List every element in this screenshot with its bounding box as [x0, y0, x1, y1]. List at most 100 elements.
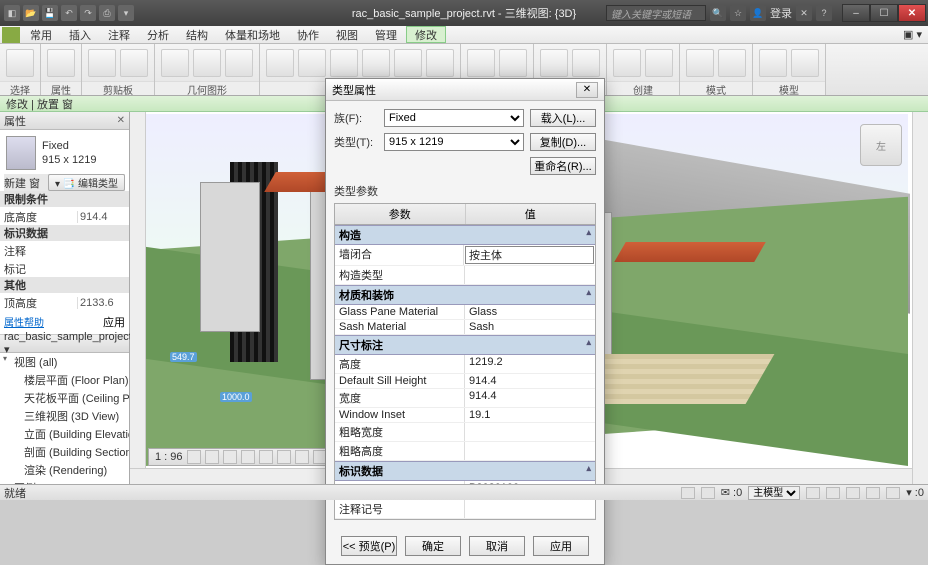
type-select[interactable]: 915 x 1219: [384, 133, 524, 151]
user-icon[interactable]: 👤: [750, 5, 766, 21]
row-construction-type[interactable]: 构造类型: [335, 266, 595, 285]
sun-path-icon[interactable]: [223, 450, 237, 464]
tree-item[interactable]: 剖面 (Building Section): [0, 443, 129, 461]
ribbon-button[interactable]: [330, 49, 358, 77]
tree-item[interactable]: 视图 (all): [0, 353, 129, 371]
ribbon-help-icon[interactable]: ▣ ▾: [897, 28, 928, 41]
ribbon-button[interactable]: [161, 49, 189, 77]
crop-region-icon[interactable]: [295, 450, 309, 464]
tab-协作[interactable]: 协作: [289, 26, 328, 43]
row-wall-closure[interactable]: 墙闭合按主体: [335, 245, 595, 266]
row-keynote[interactable]: 注释记号: [335, 500, 595, 519]
duplicate-button[interactable]: 复制(D)...: [530, 133, 596, 151]
ribbon-button[interactable]: [47, 49, 75, 77]
ribbon-button[interactable]: [6, 49, 34, 77]
ribbon-button[interactable]: [467, 49, 495, 77]
row-width[interactable]: 宽度914.4: [335, 389, 595, 408]
minimize-button[interactable]: ‒: [842, 4, 870, 22]
properties-help-link[interactable]: 属性帮助: [4, 311, 44, 330]
tree-item[interactable]: 三维视图 (3D View): [0, 407, 129, 425]
properties-apply-button[interactable]: 应用: [103, 317, 125, 329]
tab-插入[interactable]: 插入: [61, 26, 100, 43]
undo-icon[interactable]: ↶: [61, 5, 77, 21]
properties-close-icon[interactable]: ✕: [117, 115, 125, 126]
ribbon-button[interactable]: [193, 49, 221, 77]
status-icon-b[interactable]: [701, 487, 715, 499]
ribbon-button[interactable]: [394, 49, 422, 77]
row-rough-width[interactable]: 粗略宽度: [335, 423, 595, 442]
tab-体量和场地[interactable]: 体量和场地: [217, 26, 289, 43]
tab-修改[interactable]: 修改: [406, 26, 446, 43]
tab-视图[interactable]: 视图: [328, 26, 367, 43]
ribbon-button[interactable]: [613, 49, 641, 77]
ribbon-button[interactable]: [499, 49, 527, 77]
ribbon-button[interactable]: [225, 49, 253, 77]
ribbon-button[interactable]: [718, 49, 746, 77]
status-icon-c[interactable]: [826, 487, 840, 499]
tree-item[interactable]: 天花板平面 (Ceiling Plan): [0, 389, 129, 407]
tab-注释[interactable]: 注释: [100, 26, 139, 43]
shadows-icon[interactable]: [241, 450, 255, 464]
row-glass-material[interactable]: Glass Pane MaterialGlass: [335, 305, 595, 320]
ribbon-button[interactable]: [362, 49, 390, 77]
cat-materials[interactable]: 材质和装饰▴: [335, 285, 595, 305]
edit-type-button[interactable]: ▾ 📑 编辑类型: [48, 174, 125, 191]
load-button[interactable]: 载入(L)...: [530, 109, 596, 127]
ok-button[interactable]: 确定: [405, 536, 461, 556]
selection-filter-icon[interactable]: [806, 487, 820, 499]
app-menu-icon[interactable]: ◧: [4, 5, 20, 21]
tree-item[interactable]: 楼层平面 (Floor Plan): [0, 371, 129, 389]
prop-mark[interactable]: 标记: [4, 261, 125, 277]
exchange-icon[interactable]: ✕: [796, 5, 812, 21]
status-icon-d[interactable]: [846, 487, 860, 499]
preview-button[interactable]: << 预览(P): [341, 536, 397, 556]
ribbon-button[interactable]: [120, 49, 148, 77]
type-selector[interactable]: 新建 窗 ▾ 📑 编辑类型: [4, 174, 125, 191]
cat-dimensions[interactable]: 尺寸标注▴: [335, 335, 595, 355]
viewcube[interactable]: 左: [860, 124, 902, 166]
temp-dim-a[interactable]: 549.7: [170, 352, 197, 362]
project-browser[interactable]: 视图 (all)楼层平面 (Floor Plan)天花板平面 (Ceiling …: [0, 353, 129, 484]
cancel-button[interactable]: 取消: [469, 536, 525, 556]
search-icon[interactable]: 🔍: [710, 5, 726, 21]
temp-dim-b[interactable]: 1000.0: [220, 392, 252, 402]
open-icon[interactable]: 📂: [23, 5, 39, 21]
status-icon-f[interactable]: [886, 487, 900, 499]
ribbon-button[interactable]: [540, 49, 568, 77]
crop-view-icon[interactable]: [277, 450, 291, 464]
app-button[interactable]: [2, 27, 20, 43]
detail-level-icon[interactable]: [187, 450, 201, 464]
view-scale[interactable]: 1 : 96: [155, 451, 183, 463]
cat-identity-data[interactable]: 标识数据▴: [335, 461, 595, 481]
search-input[interactable]: 键入关键字或短语: [606, 5, 706, 21]
login-label[interactable]: 登录: [770, 5, 792, 21]
ribbon-button[interactable]: [426, 49, 454, 77]
dialog-close-button[interactable]: ✕: [576, 82, 598, 98]
family-select[interactable]: Fixed: [384, 109, 524, 127]
cat-construction[interactable]: 构造▴: [335, 225, 595, 245]
row-default-sill[interactable]: Default Sill Height914.4: [335, 374, 595, 389]
maximize-button[interactable]: ☐: [870, 4, 898, 22]
ribbon-button[interactable]: [88, 49, 116, 77]
ribbon-button[interactable]: [645, 49, 673, 77]
help-icon[interactable]: ?: [816, 5, 832, 21]
status-icon-a[interactable]: [681, 487, 695, 499]
qat-more-icon[interactable]: ▾: [118, 5, 134, 21]
prop-comments[interactable]: 注释: [4, 243, 125, 259]
prop-head-height[interactable]: 顶高度2133.6: [4, 295, 125, 311]
ribbon-button[interactable]: [266, 49, 294, 77]
tree-item[interactable]: 渲染 (Rendering): [0, 461, 129, 479]
row-sash-material[interactable]: Sash MaterialSash: [335, 320, 595, 335]
tab-管理[interactable]: 管理: [367, 26, 406, 43]
row-height[interactable]: 高度1219.2: [335, 355, 595, 374]
save-icon[interactable]: 💾: [42, 5, 58, 21]
tab-分析[interactable]: 分析: [139, 26, 178, 43]
ribbon-button[interactable]: [686, 49, 714, 77]
rename-button[interactable]: 重命名(R)...: [530, 157, 596, 175]
prop-sill-height[interactable]: 底高度914.4: [4, 209, 125, 225]
close-button[interactable]: ✕: [898, 4, 926, 22]
tree-item[interactable]: 立面 (Building Elevation): [0, 425, 129, 443]
rendering-icon[interactable]: [259, 450, 273, 464]
viewport-vscroll[interactable]: [912, 112, 928, 484]
ribbon-button[interactable]: [791, 49, 819, 77]
